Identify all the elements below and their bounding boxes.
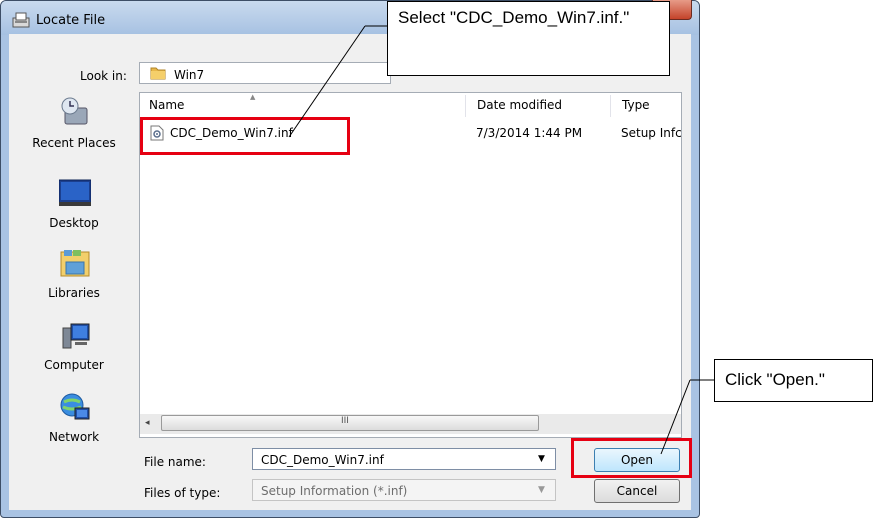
column-header-type[interactable]: Type — [622, 93, 650, 117]
look-in-label: Look in: — [80, 69, 127, 83]
highlight-file-row — [140, 117, 350, 155]
place-label: Network — [48, 430, 100, 444]
place-label: Computer — [44, 358, 104, 372]
place-label: Recent Places — [32, 136, 116, 150]
libraries-icon — [60, 250, 90, 277]
select-file-callout: Select "CDC_Demo_Win7.inf." — [387, 1, 670, 76]
cancel-button[interactable]: Cancel — [594, 479, 680, 503]
highlight-open-button — [571, 438, 692, 478]
file-name-value[interactable]: CDC_Demo_Win7.inf — [261, 453, 384, 467]
place-label: Desktop — [49, 216, 99, 230]
column-header-name[interactable]: Name — [149, 93, 184, 117]
places-bar: Recent Places Desktop Libraries Computer — [16, 92, 132, 464]
file-type-label: Files of type: — [144, 486, 221, 500]
scrollbar-grip-icon: III — [341, 416, 349, 426]
chevron-down-icon[interactable]: ▼ — [538, 485, 545, 495]
network-icon — [60, 393, 90, 420]
file-type-value: Setup Information (*.inf) — [261, 484, 408, 498]
file-name-label: File name: — [144, 455, 206, 469]
scroll-left-arrow-icon[interactable]: ◂ — [145, 418, 150, 428]
place-label: Libraries — [48, 286, 100, 300]
window-title: Locate File — [36, 13, 106, 28]
look-in-value: Win7 — [174, 68, 205, 82]
file-type-cell: Setup Infc — [621, 126, 682, 140]
folder-icon — [150, 67, 166, 80]
click-open-callout: Click "Open." — [714, 359, 873, 402]
computer-icon — [62, 323, 90, 349]
dialog-icon — [12, 12, 30, 28]
chevron-down-icon[interactable]: ▼ — [538, 454, 545, 464]
column-divider[interactable] — [610, 95, 611, 117]
file-date-cell: 7/3/2014 1:44 PM — [476, 126, 583, 140]
sort-arrow-icon: ▲ — [250, 93, 256, 101]
desktop-icon — [59, 179, 91, 206]
recent-places-icon — [61, 97, 88, 125]
column-header-date[interactable]: Date modified — [477, 93, 562, 117]
scrollbar-thumb[interactable] — [161, 415, 539, 431]
column-divider[interactable] — [465, 95, 466, 117]
